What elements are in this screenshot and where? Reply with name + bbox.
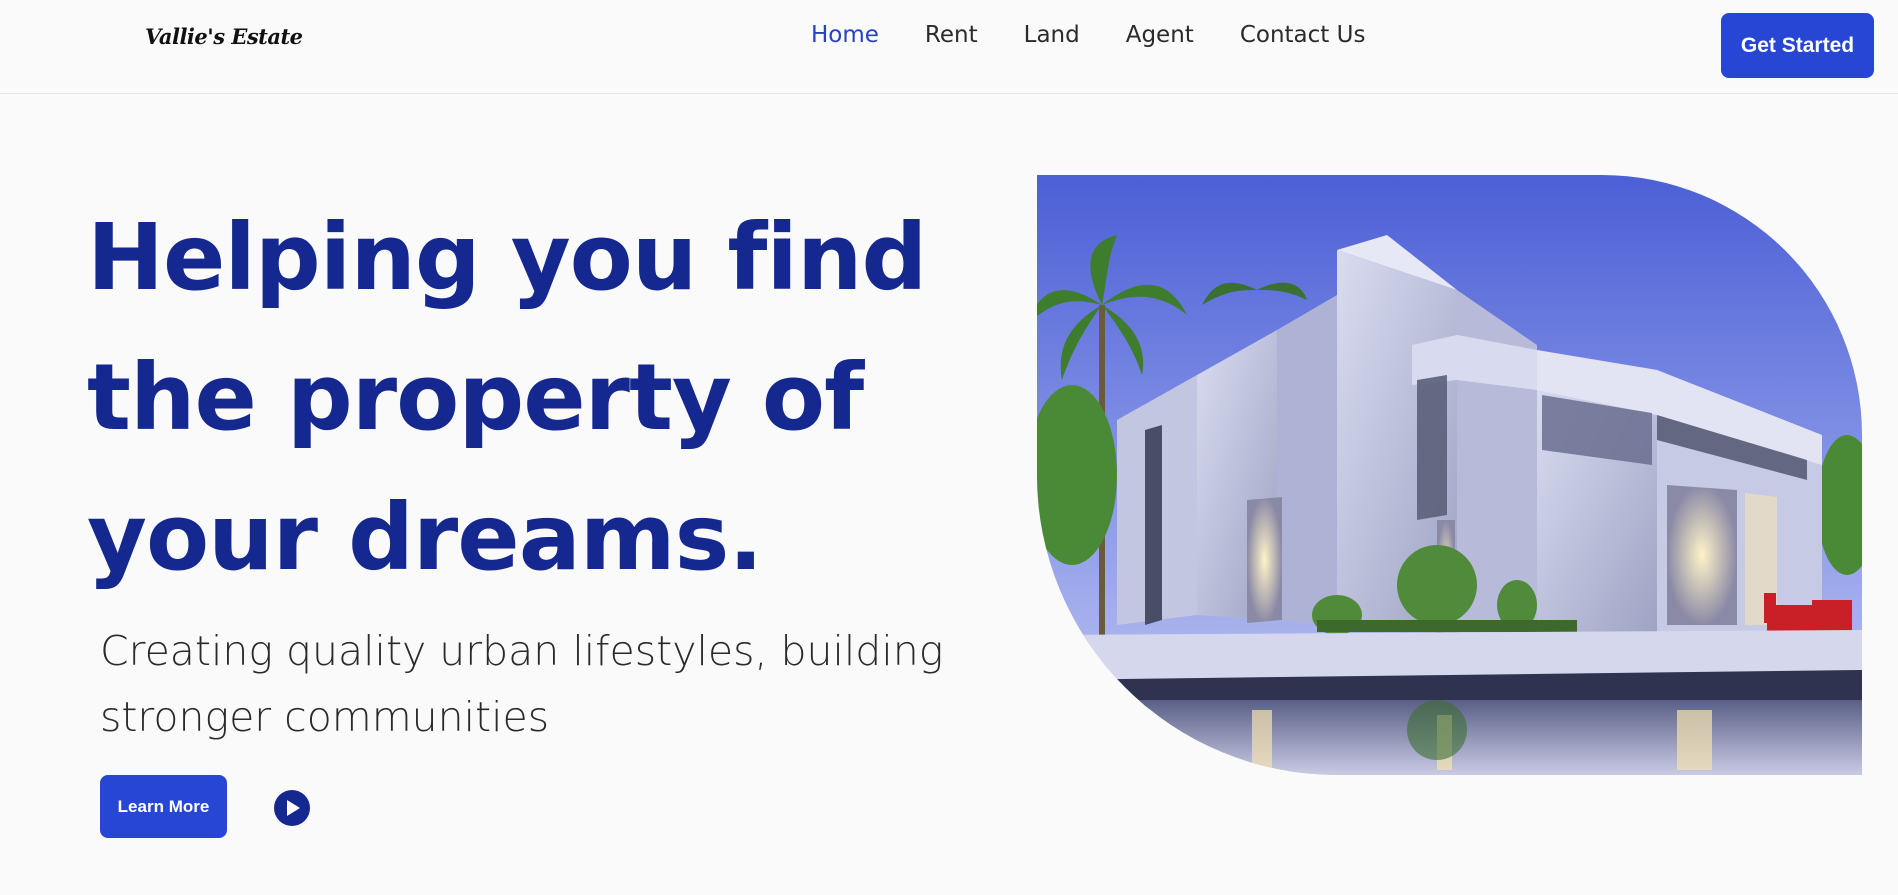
nav-item-home[interactable]: Home (811, 22, 879, 48)
modern-house-illustration (1037, 175, 1862, 775)
nav-item-contact-us[interactable]: Contact Us (1240, 22, 1366, 48)
nav-item-agent[interactable]: Agent (1126, 22, 1194, 48)
nav-item-land[interactable]: Land (1024, 22, 1080, 48)
get-started-button[interactable]: Get Started (1721, 13, 1874, 78)
main-nav: Home Rent Land Agent Contact Us (811, 22, 1411, 48)
learn-more-button[interactable]: Learn More (100, 775, 227, 838)
hero-house-image (1037, 175, 1862, 775)
play-icon[interactable] (274, 790, 310, 826)
brand-logo[interactable]: Vallie's Estate (145, 24, 303, 49)
nav-item-rent[interactable]: Rent (925, 22, 978, 48)
hero-title: Helping you find the property of your dr… (87, 204, 927, 591)
top-navbar: Vallie's Estate Home Rent Land Agent Con… (0, 0, 1898, 94)
hero-subtitle: Creating quality urban lifestyles, build… (100, 627, 944, 741)
